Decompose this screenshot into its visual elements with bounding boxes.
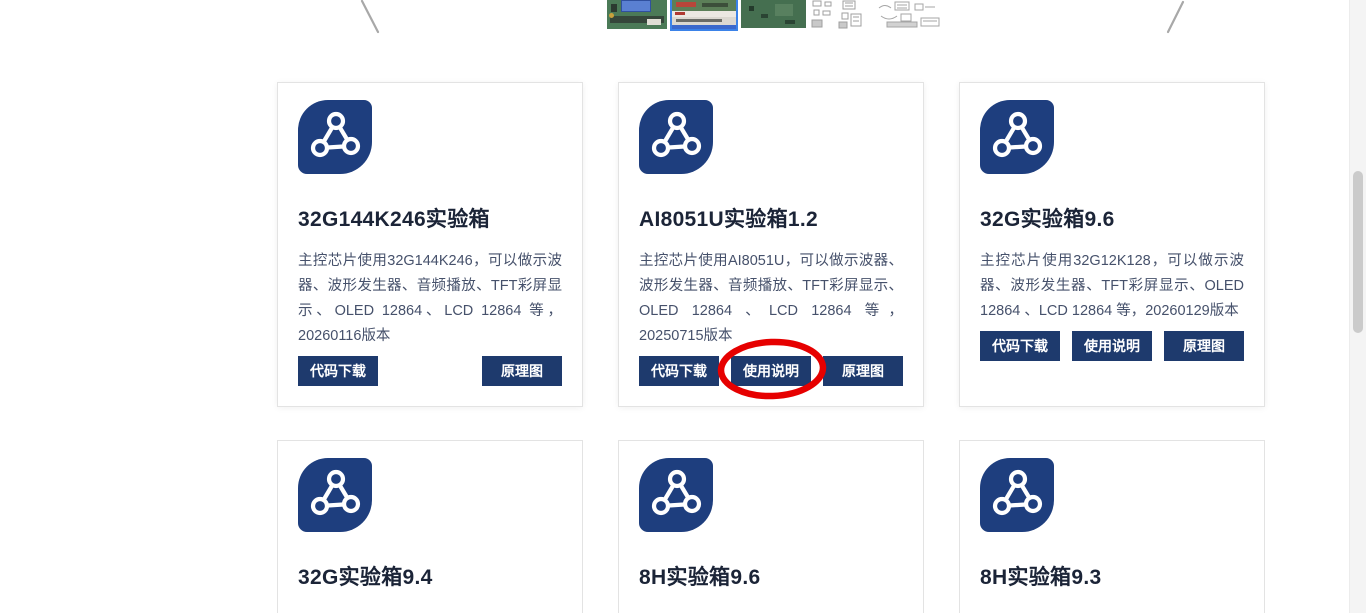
card-actions: 代码下载 原理图 [298, 356, 562, 386]
product-card: 32G实验箱9.6 主控芯片使用32G12K128，可以做示波器、波形发生器、T… [959, 82, 1265, 407]
product-card: 8H实验箱9.6 [618, 440, 924, 613]
product-logo-icon [639, 100, 713, 174]
card-actions: 代码下载 使用说明 原理图 [980, 331, 1244, 361]
product-title: AI8051U实验箱1.2 [639, 208, 818, 231]
schematic-sketch [811, 0, 862, 29]
product-description: 主控芯片使用32G144K246，可以做示波器、波形发生器、音频播放、TFT彩屏… [298, 253, 562, 344]
card-actions: 代码下载 使用说明 原理图 [639, 356, 903, 386]
schematic-button[interactable]: 原理图 [823, 356, 903, 386]
usage-guide-button[interactable]: 使用说明 [731, 356, 811, 386]
thumbnail-pcb-detail[interactable] [670, 0, 738, 31]
product-card: 8H实验箱9.3 [959, 440, 1265, 613]
vertical-scrollbar-track[interactable] [1349, 0, 1366, 613]
product-listing-page: 32G144K246实验箱 主控芯片使用32G144K246，可以做示波器、波形… [0, 0, 1366, 613]
usage-guide-button[interactable]: 使用说明 [1072, 331, 1152, 361]
schematic-sketch [878, 1, 940, 28]
product-logo-icon [298, 458, 372, 532]
download-code-button[interactable]: 代码下载 [980, 331, 1060, 361]
product-title: 8H实验箱9.6 [639, 566, 761, 589]
product-description: 主控芯片使用AI8051U，可以做示波器、波形发生器、音频播放、TFT彩屏显示、… [639, 253, 903, 344]
product-title: 32G144K246实验箱 [298, 208, 490, 231]
thumbnail-pcb-front[interactable] [607, 0, 667, 29]
chevron-right-icon[interactable] [1162, 0, 1192, 34]
product-card: 32G144K246实验箱 主控芯片使用32G144K246，可以做示波器、波形… [277, 82, 583, 407]
thumbnail-schematic-2[interactable] [875, 0, 945, 30]
product-title: 32G实验箱9.4 [298, 566, 433, 589]
product-logo-icon [639, 458, 713, 532]
thumbnail-schematic-1[interactable] [809, 0, 870, 30]
download-code-button[interactable]: 代码下载 [298, 356, 378, 386]
thumbnail-pcb-back[interactable] [741, 0, 806, 28]
product-logo-icon [298, 100, 372, 174]
product-logo-icon [980, 458, 1054, 532]
chevron-left-icon[interactable] [352, 0, 382, 34]
schematic-button[interactable]: 原理图 [1164, 331, 1244, 361]
product-description: 主控芯片使用32G12K128，可以做示波器、波形发生器、TFT彩屏显示、OLE… [980, 253, 1244, 319]
product-logo-icon [980, 100, 1054, 174]
product-title: 8H实验箱9.3 [980, 566, 1102, 589]
product-card: 32G实验箱9.4 [277, 440, 583, 613]
product-card: AI8051U实验箱1.2 主控芯片使用AI8051U，可以做示波器、波形发生器… [618, 82, 924, 407]
vertical-scrollbar-thumb[interactable] [1353, 171, 1363, 333]
product-title: 32G实验箱9.6 [980, 208, 1115, 231]
download-code-button[interactable]: 代码下载 [639, 356, 719, 386]
schematic-button[interactable]: 原理图 [482, 356, 562, 386]
